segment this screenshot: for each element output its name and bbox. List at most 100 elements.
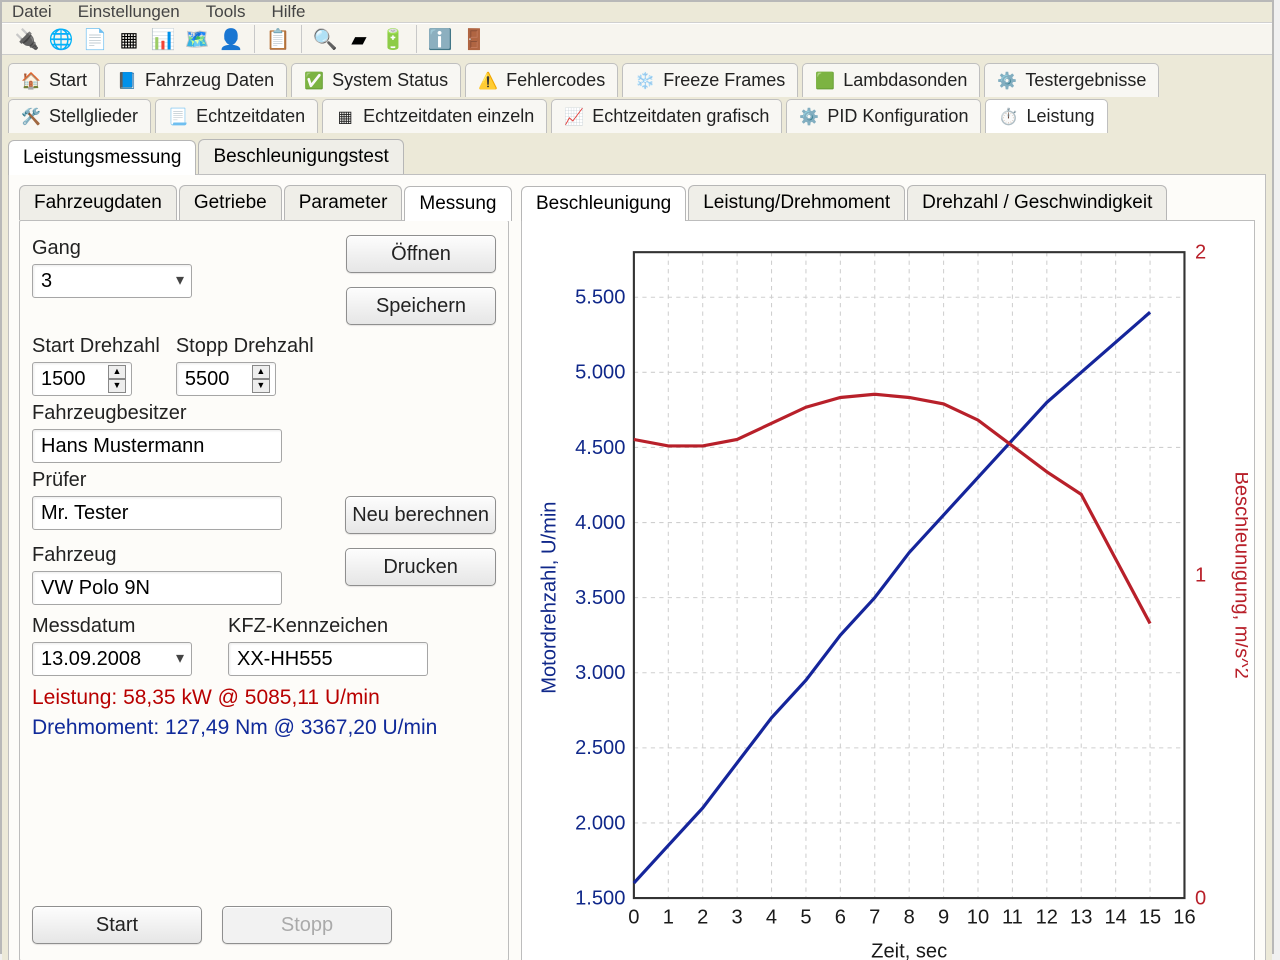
tab-label: Echtzeitdaten	[196, 106, 305, 127]
tab-label: System Status	[332, 70, 448, 91]
home-icon: 🏠	[21, 71, 41, 91]
tab-echtzeitdaten-einzeln[interactable]: ▦ Echtzeitdaten einzeln	[322, 99, 547, 133]
toolbar: 🔌🌐📄▦📊🗺️👤 📋 🔍▰🔋 ℹ️🚪	[2, 23, 1272, 55]
svg-text:Motordrehzahl, U/min: Motordrehzahl, U/min	[539, 502, 561, 694]
tab-fahrzeug-daten[interactable]: 📘Fahrzeug Daten	[104, 63, 287, 97]
lambda-icon: 🟩	[815, 71, 835, 91]
info-icon[interactable]: ℹ️	[425, 24, 455, 54]
battery-icon[interactable]: 🔋	[378, 24, 408, 54]
tab-parameter[interactable]: Parameter	[284, 185, 403, 220]
recalc-button[interactable]: Neu berechnen	[345, 496, 496, 534]
tab-lambdasonden[interactable]: 🟩Lambdasonden	[802, 63, 980, 97]
tab-label: Start	[49, 70, 87, 91]
gang-select[interactable]: 3	[32, 264, 192, 298]
search-icon[interactable]: 🔍	[310, 24, 340, 54]
tab-leistung[interactable]: ⏱️Leistung	[985, 99, 1107, 133]
tab-freeze-frames[interactable]: ❄️Freeze Frames	[622, 63, 798, 97]
tab-fahrzeugdaten[interactable]: Fahrzeugdaten	[19, 185, 177, 220]
connect-icon[interactable]: 🔌	[12, 24, 42, 54]
globe-icon[interactable]: 🌐	[46, 24, 76, 54]
tab-testergebnisse[interactable]: ⚙️Testergebnisse	[984, 63, 1159, 97]
tab-system-status[interactable]: ✅ System Status	[291, 63, 461, 97]
start-rpm-label: Start Drehzahl	[32, 335, 160, 358]
performance-icon: ⏱️	[998, 107, 1018, 127]
tab-echtzeitdaten-grafisch[interactable]: 📈Echtzeitdaten grafisch	[551, 99, 782, 133]
document-icon[interactable]: 📄	[80, 24, 110, 54]
leistung-subtabs: Leistungsmessung Beschleunigungstest	[8, 139, 1266, 174]
tab-getriebe[interactable]: Getriebe	[179, 185, 282, 220]
svg-text:5: 5	[800, 906, 811, 928]
svg-text:15: 15	[1139, 906, 1161, 928]
menubar: Datei Einstellungen Tools Hilfe	[2, 2, 1272, 23]
result-power: Leistung: 58,35 kW @ 5085,11 U/min	[32, 686, 496, 710]
svg-text:5.000: 5.000	[575, 362, 625, 384]
terminal-icon[interactable]: ▰	[344, 24, 374, 54]
start-rpm-spinner[interactable]: ▲▼	[108, 365, 126, 393]
tab-echtzeitdaten[interactable]: 📃Echtzeitdaten	[155, 99, 318, 133]
menu-hilfe[interactable]: Hilfe	[271, 2, 305, 22]
svg-text:8: 8	[904, 906, 915, 928]
tab-start[interactable]: 🏠 Start	[8, 63, 100, 97]
svg-text:9: 9	[938, 906, 949, 928]
tab-beschleunigungstest[interactable]: Beschleunigungstest	[198, 139, 403, 174]
client-area: 🏠 Start 📘Fahrzeug Daten ✅ System Status ⚠️ Feh…	[2, 55, 1272, 960]
copy-icon[interactable]: 📋	[263, 24, 293, 54]
right-column: Beschleunigung Leistung/Drehmoment Drehz…	[521, 185, 1255, 960]
svg-text:0: 0	[1195, 887, 1206, 909]
pid-config-icon: ⚙️	[799, 107, 819, 127]
gang-label: Gang	[32, 237, 282, 260]
svg-text:12: 12	[1036, 906, 1058, 928]
realtime-single-icon: ▦	[335, 107, 355, 127]
app-window: Datei Einstellungen Tools Hilfe 🔌🌐📄▦📊🗺️👤…	[0, 0, 1274, 954]
svg-text:5.500: 5.500	[575, 287, 625, 309]
gear-icon: ⚙️	[997, 71, 1017, 91]
svg-text:1.500: 1.500	[575, 887, 625, 909]
warning-icon: ⚠️	[478, 71, 498, 91]
svg-text:3: 3	[732, 906, 743, 928]
chart: 0123456789101112131415161.5002.0002.5003…	[528, 231, 1248, 960]
tab-label: PID Konfiguration	[827, 106, 968, 127]
date-picker[interactable]: 13.09.2008	[32, 642, 192, 676]
tab-stellglieder[interactable]: 🛠️Stellglieder	[8, 99, 151, 133]
menu-datei[interactable]: Datei	[12, 2, 52, 22]
tab-leistungsmessung[interactable]: Leistungsmessung	[8, 140, 196, 175]
tab-label: Fehlercodes	[506, 70, 605, 91]
exit-icon[interactable]: 🚪	[459, 24, 489, 54]
vehicle-label: Fahrzeug	[32, 544, 496, 567]
open-button[interactable]: Öffnen	[346, 235, 496, 273]
svg-text:10: 10	[967, 906, 989, 928]
stop-rpm-label: Stopp Drehzahl	[176, 335, 314, 358]
status-icon: ✅	[304, 71, 324, 91]
tab-label: Echtzeitdaten einzeln	[363, 106, 534, 127]
owner-input[interactable]	[32, 429, 282, 463]
date-label: Messdatum	[32, 615, 212, 638]
chart-icon[interactable]: 📊	[148, 24, 178, 54]
stop-button[interactable]: Stopp	[222, 906, 392, 944]
menu-einstellungen[interactable]: Einstellungen	[78, 2, 180, 22]
tab-chart-leistung-drehmoment[interactable]: Leistung/Drehmoment	[688, 185, 905, 220]
start-button[interactable]: Start	[32, 906, 202, 944]
vehicle-input[interactable]	[32, 571, 282, 605]
realtime-graph-icon: 📈	[564, 107, 584, 127]
table-icon[interactable]: ▦	[114, 24, 144, 54]
tab-pid-konfiguration[interactable]: ⚙️ PID Konfiguration	[786, 99, 981, 133]
stop-rpm-spinner[interactable]: ▲▼	[252, 365, 270, 393]
map-icon[interactable]: 🗺️	[182, 24, 212, 54]
main-tabs-row1: 🏠 Start 📘Fahrzeug Daten ✅ System Status ⚠️ Feh…	[8, 63, 1266, 97]
svg-text:16: 16	[1173, 906, 1195, 928]
menu-tools[interactable]: Tools	[206, 2, 246, 22]
save-button[interactable]: Speichern	[346, 287, 496, 325]
tab-chart-drehzahl-geschw[interactable]: Drehzahl / Geschwindigkeit	[907, 185, 1167, 220]
user-icon[interactable]: 👤	[216, 24, 246, 54]
svg-text:4: 4	[766, 906, 777, 928]
tab-fehlercodes[interactable]: ⚠️ Fehlercodes	[465, 63, 618, 97]
owner-label: Fahrzeugbesitzer	[32, 402, 496, 425]
tester-input[interactable]	[32, 496, 282, 530]
svg-text:14: 14	[1104, 906, 1126, 928]
chart-subtabs: Beschleunigung Leistung/Drehmoment Drehz…	[521, 185, 1255, 220]
plate-input[interactable]	[228, 642, 428, 676]
svg-text:Zeit, sec: Zeit, sec	[871, 940, 947, 960]
snowflake-icon: ❄️	[635, 71, 655, 91]
tab-chart-beschleunigung[interactable]: Beschleunigung	[521, 186, 686, 221]
tab-messung[interactable]: Messung	[404, 186, 511, 221]
